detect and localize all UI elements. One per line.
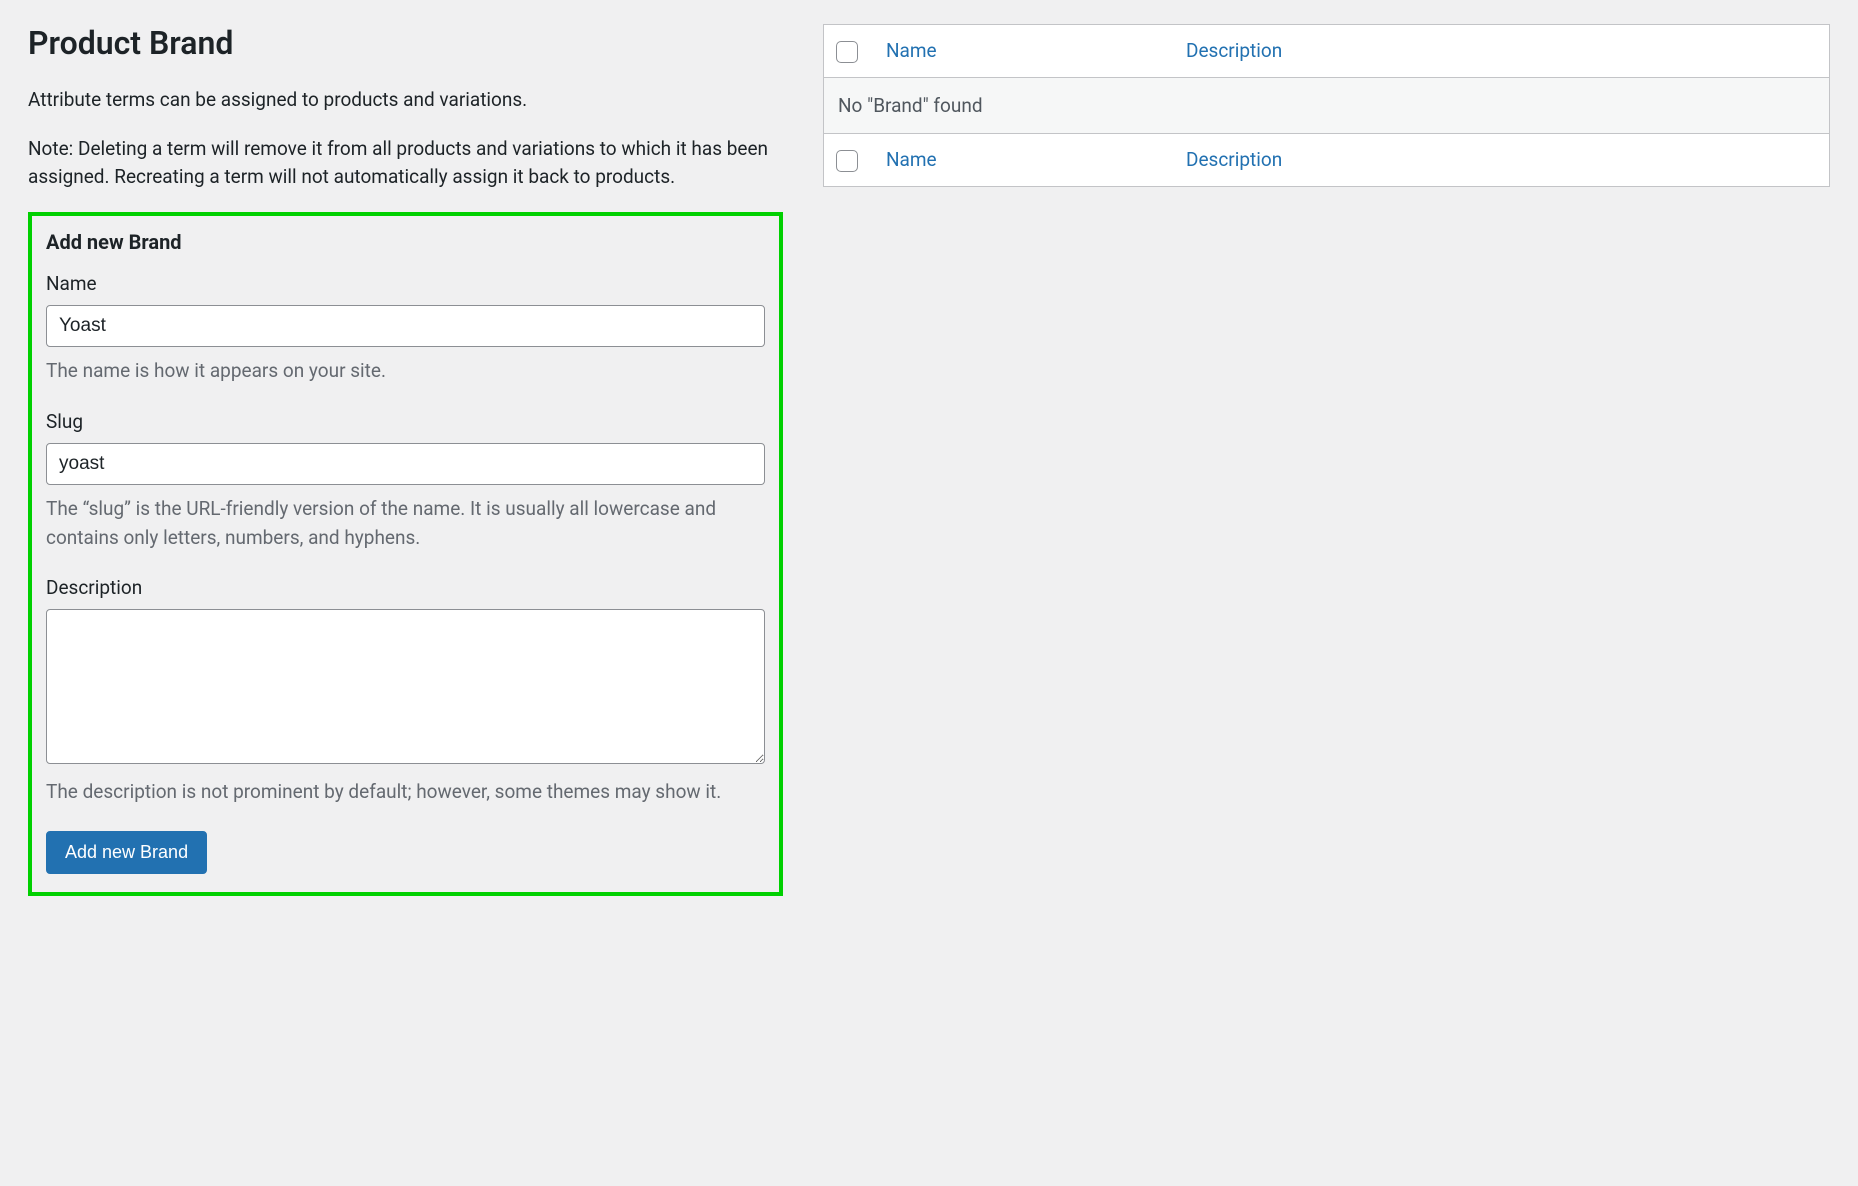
slug-field-group: Slug The “slug” is the URL-friendly vers… xyxy=(46,410,765,553)
add-new-form: Add new Brand Name The name is how it ap… xyxy=(28,212,783,897)
select-all-checkbox-bottom[interactable] xyxy=(836,150,858,172)
name-input[interactable] xyxy=(46,305,765,348)
name-help: The name is how it appears on your site. xyxy=(46,357,765,386)
description-sort-link[interactable]: Description xyxy=(1186,39,1282,62)
name-field-group: Name The name is how it appears on your … xyxy=(46,272,765,386)
table-empty-message: No "Brand" found xyxy=(824,77,1830,133)
description-field-group: Description The description is not promi… xyxy=(46,576,765,807)
terms-table: Name Description No "Brand" found xyxy=(823,24,1830,187)
description-column-header: Description xyxy=(1172,25,1830,78)
description-sort-link-footer[interactable]: Description xyxy=(1186,148,1282,171)
description-help: The description is not prominent by defa… xyxy=(46,778,765,807)
select-all-header xyxy=(824,25,873,78)
intro-text-1: Attribute terms can be assigned to produ… xyxy=(28,86,783,115)
select-all-checkbox-top[interactable] xyxy=(836,41,858,63)
name-column-footer: Name xyxy=(872,133,1172,186)
intro-text-2: Note: Deleting a term will remove it fro… xyxy=(28,135,783,192)
slug-help: The “slug” is the URL-friendly version o… xyxy=(46,495,765,552)
name-sort-link-footer[interactable]: Name xyxy=(886,148,937,171)
slug-input[interactable] xyxy=(46,443,765,486)
description-label: Description xyxy=(46,576,765,599)
add-new-brand-button[interactable]: Add new Brand xyxy=(46,831,207,875)
slug-label: Slug xyxy=(46,410,765,433)
name-sort-link[interactable]: Name xyxy=(886,39,937,62)
name-label: Name xyxy=(46,272,765,295)
select-all-footer xyxy=(824,133,873,186)
table-empty-row: No "Brand" found xyxy=(824,77,1830,133)
form-heading: Add new Brand xyxy=(46,230,765,254)
description-column-footer: Description xyxy=(1172,133,1830,186)
description-textarea[interactable] xyxy=(46,609,765,764)
name-column-header: Name xyxy=(872,25,1172,78)
